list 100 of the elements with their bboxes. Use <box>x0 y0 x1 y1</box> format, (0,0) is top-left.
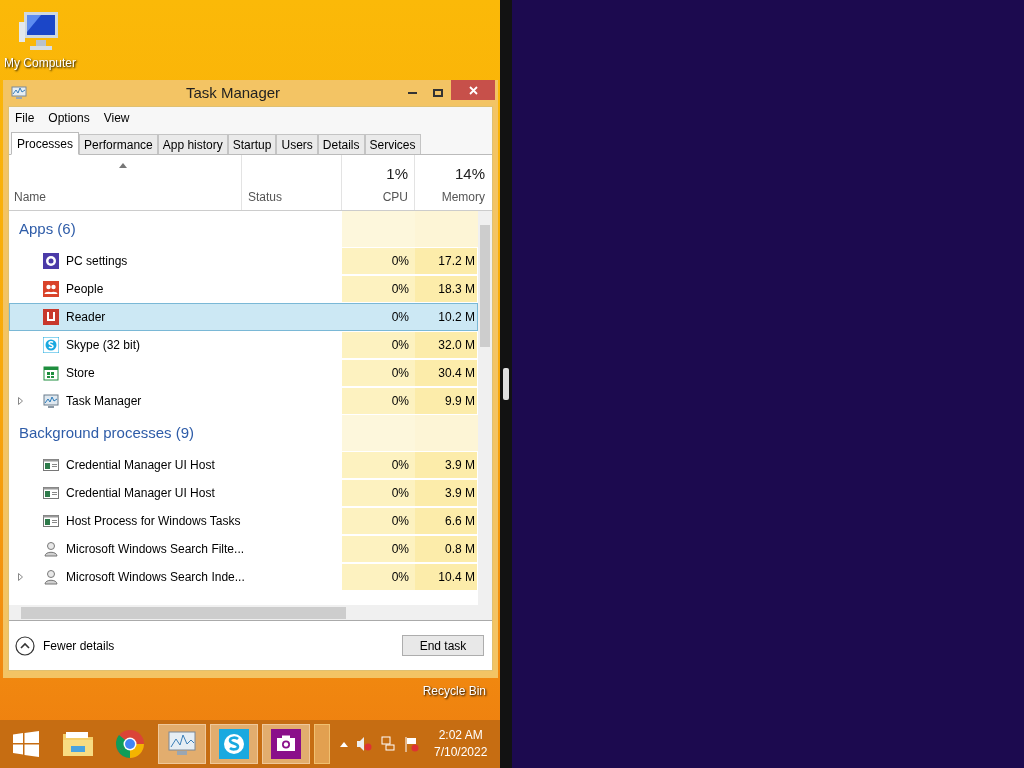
close-icon <box>468 85 478 95</box>
window-icon <box>43 513 59 529</box>
memory-value: 10.2 M <box>438 309 475 326</box>
tab[interactable]: App history <box>157 134 228 154</box>
process-name: People <box>66 281 104 298</box>
user-icon <box>43 569 59 585</box>
process-name: Microsoft Windows Search Inde... <box>66 569 245 586</box>
folder-icon[interactable] <box>62 730 94 758</box>
tab[interactable]: Details <box>317 134 365 154</box>
horizontal-scrollbar[interactable] <box>9 605 492 621</box>
tab[interactable]: Users <box>276 134 318 154</box>
chart-monitor-icon <box>11 86 27 100</box>
tab[interactable]: Startup <box>227 134 277 154</box>
flag-icon[interactable] <box>404 736 420 752</box>
process-row[interactable]: Store 0% 30.4 M <box>9 359 478 387</box>
cpu-value: 0% <box>391 365 409 382</box>
process-name: Skype (32 bit) <box>66 337 141 354</box>
windows-logo-icon[interactable] <box>13 731 39 757</box>
cpu-value: 0% <box>391 513 409 530</box>
memory-cell <box>415 211 478 247</box>
window-icon <box>43 485 59 501</box>
cpu-value: 0% <box>391 569 409 586</box>
menu-item[interactable]: View <box>103 109 130 127</box>
menu-item[interactable]: Options <box>48 109 90 127</box>
window-title: Task Manager <box>184 82 282 103</box>
chart-monitor-icon[interactable] <box>167 730 197 758</box>
process-row[interactable]: Reader 0% 10.2 M <box>9 303 478 331</box>
memory-value: 0.8 M <box>445 541 475 558</box>
collapse-icon[interactable] <box>15 635 35 656</box>
memory-total: 14% <box>454 164 485 184</box>
menu-item[interactable]: File <box>15 109 35 127</box>
process-row[interactable]: Microsoft Windows Search Inde... 0% 10.4 M <box>9 563 478 591</box>
taskbar-button[interactable] <box>262 724 310 764</box>
vertical-scrollbar[interactable] <box>478 211 492 605</box>
column-header[interactable]: CPU <box>382 188 408 206</box>
memory-value: 9.9 M <box>445 393 475 410</box>
cpu-value: 0% <box>391 309 409 326</box>
people-icon <box>43 281 59 297</box>
process-name: Microsoft Windows Search Filte... <box>66 541 245 558</box>
cpu-value: 0% <box>391 281 409 298</box>
end-task-button[interactable]: End task <box>402 635 484 656</box>
clock-time: 2:02 AM <box>438 727 483 744</box>
process-name: PC settings <box>66 253 128 270</box>
process-name: Host Process for Windows Tasks <box>66 513 241 530</box>
memory-value: 30.4 M <box>438 365 475 382</box>
network-icon[interactable] <box>380 736 396 752</box>
gear-icon <box>43 253 59 269</box>
cpu-value: 0% <box>391 393 409 410</box>
expand-arrow-icon[interactable] <box>18 397 23 405</box>
tab[interactable]: Performance <box>79 134 158 154</box>
group-header: Background processes (9) <box>19 422 195 443</box>
process-row[interactable]: PC settings 0% 17.2 M <box>9 247 478 275</box>
column-header[interactable]: Name <box>14 188 236 206</box>
process-name: Store <box>66 365 95 382</box>
process-row[interactable]: People 0% 18.3 M <box>9 275 478 303</box>
process-row[interactable]: Credential Manager UI Host 0% 3.9 M <box>9 479 478 507</box>
memory-value: 6.6 M <box>445 513 475 530</box>
reader-icon <box>43 309 59 325</box>
memory-value: 17.2 M <box>438 253 475 270</box>
caret-up-icon[interactable] <box>340 741 348 747</box>
chart-monitor-icon <box>43 393 59 409</box>
expand-arrow-icon[interactable] <box>18 573 23 581</box>
memory-value: 32.0 M <box>438 337 475 354</box>
skype-icon[interactable] <box>219 729 249 759</box>
memory-value: 10.4 M <box>438 569 475 586</box>
store-icon <box>43 365 59 381</box>
process-row[interactable]: Host Process for Windows Tasks 0% 6.6 M <box>9 507 478 535</box>
process-name: Task Manager <box>66 393 142 410</box>
cpu-value: 0% <box>391 485 409 502</box>
memory-cell <box>415 415 478 451</box>
process-row[interactable]: Credential Manager UI Host 0% 3.9 M <box>9 451 478 479</box>
user-icon <box>43 541 59 557</box>
process-row[interactable]: Task Manager 0% 9.9 M <box>9 387 478 415</box>
process-name: Credential Manager UI Host <box>66 457 215 474</box>
memory-value: 3.9 M <box>445 485 475 502</box>
column-header[interactable]: Memory <box>441 188 485 206</box>
sort-arrow-icon <box>119 163 127 168</box>
speaker-muted-icon[interactable] <box>356 736 372 752</box>
process-name: Reader <box>66 309 106 326</box>
column-header[interactable]: Status <box>248 188 283 206</box>
process-name: Credential Manager UI Host <box>66 485 215 502</box>
skype-icon <box>43 337 59 353</box>
chrome-icon[interactable] <box>115 729 145 759</box>
camera-icon[interactable] <box>271 729 301 759</box>
cpu-value: 0% <box>391 457 409 474</box>
memory-value: 3.9 M <box>445 457 475 474</box>
clock-date: 7/10/2022 <box>434 744 488 761</box>
cpu-total: 1% <box>386 164 408 184</box>
clock[interactable]: 2:02 AM 7/10/2022 <box>434 727 488 761</box>
window-icon <box>43 457 59 473</box>
process-row[interactable]: Skype (32 bit) 0% 32.0 M <box>9 331 478 359</box>
memory-value: 18.3 M <box>438 281 475 298</box>
process-row[interactable]: Microsoft Windows Search Filte... 0% 0.8 M <box>9 535 478 563</box>
close-button[interactable] <box>451 80 495 100</box>
tab[interactable]: Services <box>364 134 421 154</box>
group-header: Apps (6) <box>19 218 76 239</box>
cpu-value: 0% <box>391 541 409 558</box>
fewer-details-link[interactable]: Fewer details <box>43 636 115 655</box>
cpu-value: 0% <box>391 337 409 354</box>
tab[interactable]: Processes <box>11 132 80 155</box>
